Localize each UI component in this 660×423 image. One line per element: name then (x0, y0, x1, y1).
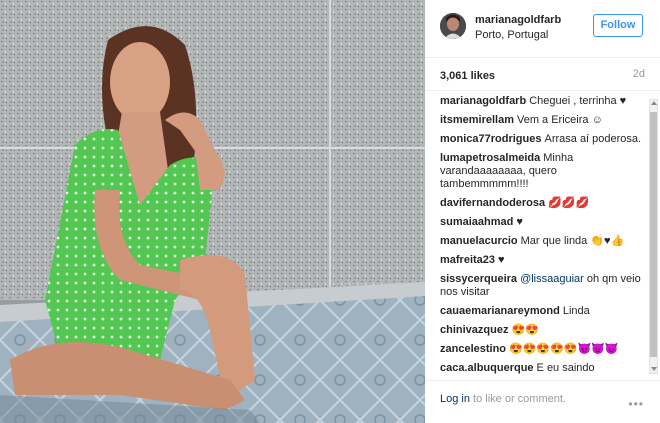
comment-username[interactable]: mafreita23 (440, 254, 495, 266)
comment-text: Vem a Ericeira ☺ (516, 114, 603, 126)
more-options-icon[interactable]: ••• (628, 397, 644, 411)
comment-text: ♥ (516, 216, 523, 228)
login-link[interactable]: Log in (440, 393, 470, 405)
comment-text: Arrasa aí poderosa. (544, 133, 642, 145)
comment-item: monica77rodrigues Arrasa aí poderosa. (440, 133, 643, 146)
location-link[interactable]: Porto, Portugal (475, 29, 548, 41)
avatar-image-icon (440, 13, 466, 39)
comments-scrollbar[interactable] (649, 99, 658, 374)
follow-button[interactable]: Follow (593, 14, 643, 37)
username-link[interactable]: marianagoldfarb (475, 14, 561, 26)
comment-username[interactable]: cauaemarianareymond (440, 305, 560, 317)
comment-username[interactable]: monica77rodrigues (440, 133, 541, 145)
post-footer: Log in to like or comment. ••• (425, 380, 660, 423)
comment-item: mafreita23 ♥ (440, 254, 643, 267)
comment-username[interactable]: manuelacurcio (440, 235, 518, 247)
likes-row: 3,061 likes 2d (440, 68, 645, 84)
avatar[interactable] (440, 13, 466, 39)
comment-item: sissycerqueira @lissaaguiar oh qm veio no… (440, 273, 643, 299)
comment-item: lumapetrosalmeida Minha varandaaaaaaaa, q… (440, 152, 643, 191)
comment-item: manuelacurcio Mar que linda 👏♥👍 (440, 235, 643, 248)
comment-username[interactable]: caca.albuquerque (440, 362, 534, 374)
login-prompt-text: to like or comment. (473, 393, 566, 405)
post-photo[interactable] (0, 0, 425, 423)
photo-illustration (0, 0, 425, 423)
scroll-up-arrow-icon[interactable] (651, 101, 657, 105)
comment-username[interactable]: chinivazquez (440, 324, 508, 336)
comment-item: zancelestino 😍😍😍😍😍😈😈😈 (440, 343, 643, 356)
comment-text: E eu saindo (536, 362, 595, 374)
comment-username[interactable]: lumapetrosalmeida (440, 152, 540, 164)
comment-text: Cheguei , terrinha ♥ (529, 95, 627, 107)
comment-list: marianagoldfarb Cheguei , terrinha ♥ itsme… (440, 95, 643, 378)
like-count[interactable]: 3,061 likes (440, 70, 495, 82)
comment-mention-link[interactable]: @lissaaguiar (520, 273, 584, 285)
comment-item: sumaiaahmad ♥ (440, 216, 643, 229)
post-side-panel: marianagoldfarb Porto, Portugal Follow 3… (425, 0, 660, 423)
comments-section[interactable]: marianagoldfarb Cheguei , terrinha ♥ itsme… (425, 90, 660, 378)
comment-item: chinivazquez 😍😍 (440, 324, 643, 337)
comment-item: caca.albuquerque E eu saindo (440, 362, 643, 375)
comment-item: itsmemirellam Vem a Ericeira ☺ (440, 114, 643, 127)
scroll-down-arrow-icon[interactable] (651, 367, 657, 371)
comment-text: Linda (562, 305, 590, 317)
comment-username[interactable]: itsmemirellam (440, 114, 514, 126)
comment-item: marianagoldfarb Cheguei , terrinha ♥ (440, 95, 643, 108)
scrollbar-thumb[interactable] (650, 112, 657, 357)
comment-text: ♥ (498, 254, 505, 266)
login-prompt: Log in to like or comment. (440, 393, 566, 405)
comment-text: 😍😍😍😍😍😈😈😈 (509, 343, 619, 355)
comment-username[interactable]: davifernandoderosa (440, 197, 545, 209)
comment-text: 💋💋💋 (548, 197, 590, 209)
comment-text: 😍😍 (511, 324, 539, 336)
comment-text: Mar que linda 👏♥👍 (520, 235, 625, 247)
post-timestamp[interactable]: 2d (633, 68, 645, 80)
comment-item: cauaemarianareymond Linda (440, 305, 643, 318)
comment-username[interactable]: zancelestino (440, 343, 506, 355)
comment-item: davifernandoderosa 💋💋💋 (440, 197, 643, 210)
comment-username[interactable]: sissycerqueira (440, 273, 517, 285)
comment-username[interactable]: marianagoldfarb (440, 95, 526, 107)
comment-username[interactable]: sumaiaahmad (440, 216, 513, 228)
post-header: marianagoldfarb Porto, Portugal Follow (425, 0, 660, 58)
